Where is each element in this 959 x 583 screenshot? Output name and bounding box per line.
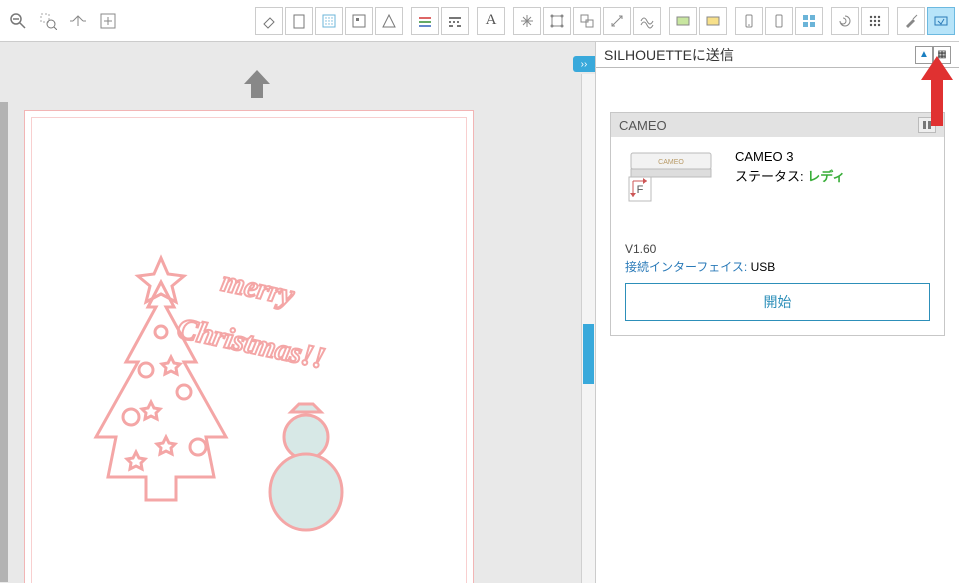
transform-button[interactable]	[543, 7, 571, 35]
device-status: ステータス: レディ	[735, 167, 845, 187]
annotation-arrow-icon	[921, 56, 953, 126]
layer1-button[interactable]	[669, 7, 697, 35]
scrollbar-thumb[interactable]	[583, 324, 594, 384]
fit-to-window-button[interactable]	[94, 7, 122, 35]
replicate-button[interactable]	[573, 7, 601, 35]
canvas-area[interactable]: merry Christmas!! ››	[0, 42, 595, 583]
feed-direction-icon	[240, 68, 274, 102]
registration-button[interactable]	[345, 7, 373, 35]
panel-header: SILHOUETTEに送信 ▲ ▦	[596, 42, 959, 68]
dots-button[interactable]	[861, 7, 889, 35]
send-button[interactable]	[927, 7, 955, 35]
gridview-button[interactable]	[795, 7, 823, 35]
phone1-button[interactable]	[735, 7, 763, 35]
device-version: V1.60	[625, 242, 930, 256]
device-image: CAMEO F	[625, 147, 717, 210]
zoom-area-button[interactable]	[34, 7, 62, 35]
snowman-shape[interactable]	[251, 402, 361, 542]
design-content: merry Christmas!!	[26, 132, 466, 532]
vertical-scrollbar[interactable]	[581, 74, 595, 583]
ruler-vertical	[0, 102, 8, 582]
measure-button[interactable]	[603, 7, 631, 35]
layer2-button[interactable]	[699, 7, 727, 35]
knife-button[interactable]	[897, 7, 925, 35]
shapes-button[interactable]	[375, 7, 403, 35]
svg-text:CAMEO: CAMEO	[658, 159, 684, 166]
page-button[interactable]	[285, 7, 313, 35]
device-card: CAMEO CAMEO F	[610, 112, 945, 336]
nesting-button[interactable]	[633, 7, 661, 35]
panel-title: SILHOUETTEに送信	[604, 45, 734, 65]
main-toolbar: A	[0, 0, 959, 42]
start-button[interactable]: 開始	[625, 283, 930, 321]
collapse-panel-button[interactable]: ››	[573, 56, 595, 72]
zoom-out-button[interactable]	[4, 7, 32, 35]
text-button[interactable]: A	[477, 7, 505, 35]
svg-text:F: F	[637, 184, 644, 196]
align-button[interactable]	[513, 7, 541, 35]
device-connection: 接続インターフェイス: USB	[625, 258, 930, 275]
linestyle1-button[interactable]	[411, 7, 439, 35]
device-name: CAMEO 3	[735, 147, 845, 167]
pan-button[interactable]	[64, 7, 92, 35]
swirl-button[interactable]	[831, 7, 859, 35]
eraser-button[interactable]	[255, 7, 283, 35]
grid-small-button[interactable]	[315, 7, 343, 35]
device-card-title: CAMEO	[611, 113, 944, 137]
phone2-button[interactable]	[765, 7, 793, 35]
linestyle2-button[interactable]	[441, 7, 469, 35]
send-panel: SILHOUETTEに送信 ▲ ▦ CAMEO CAMEO	[595, 42, 959, 583]
